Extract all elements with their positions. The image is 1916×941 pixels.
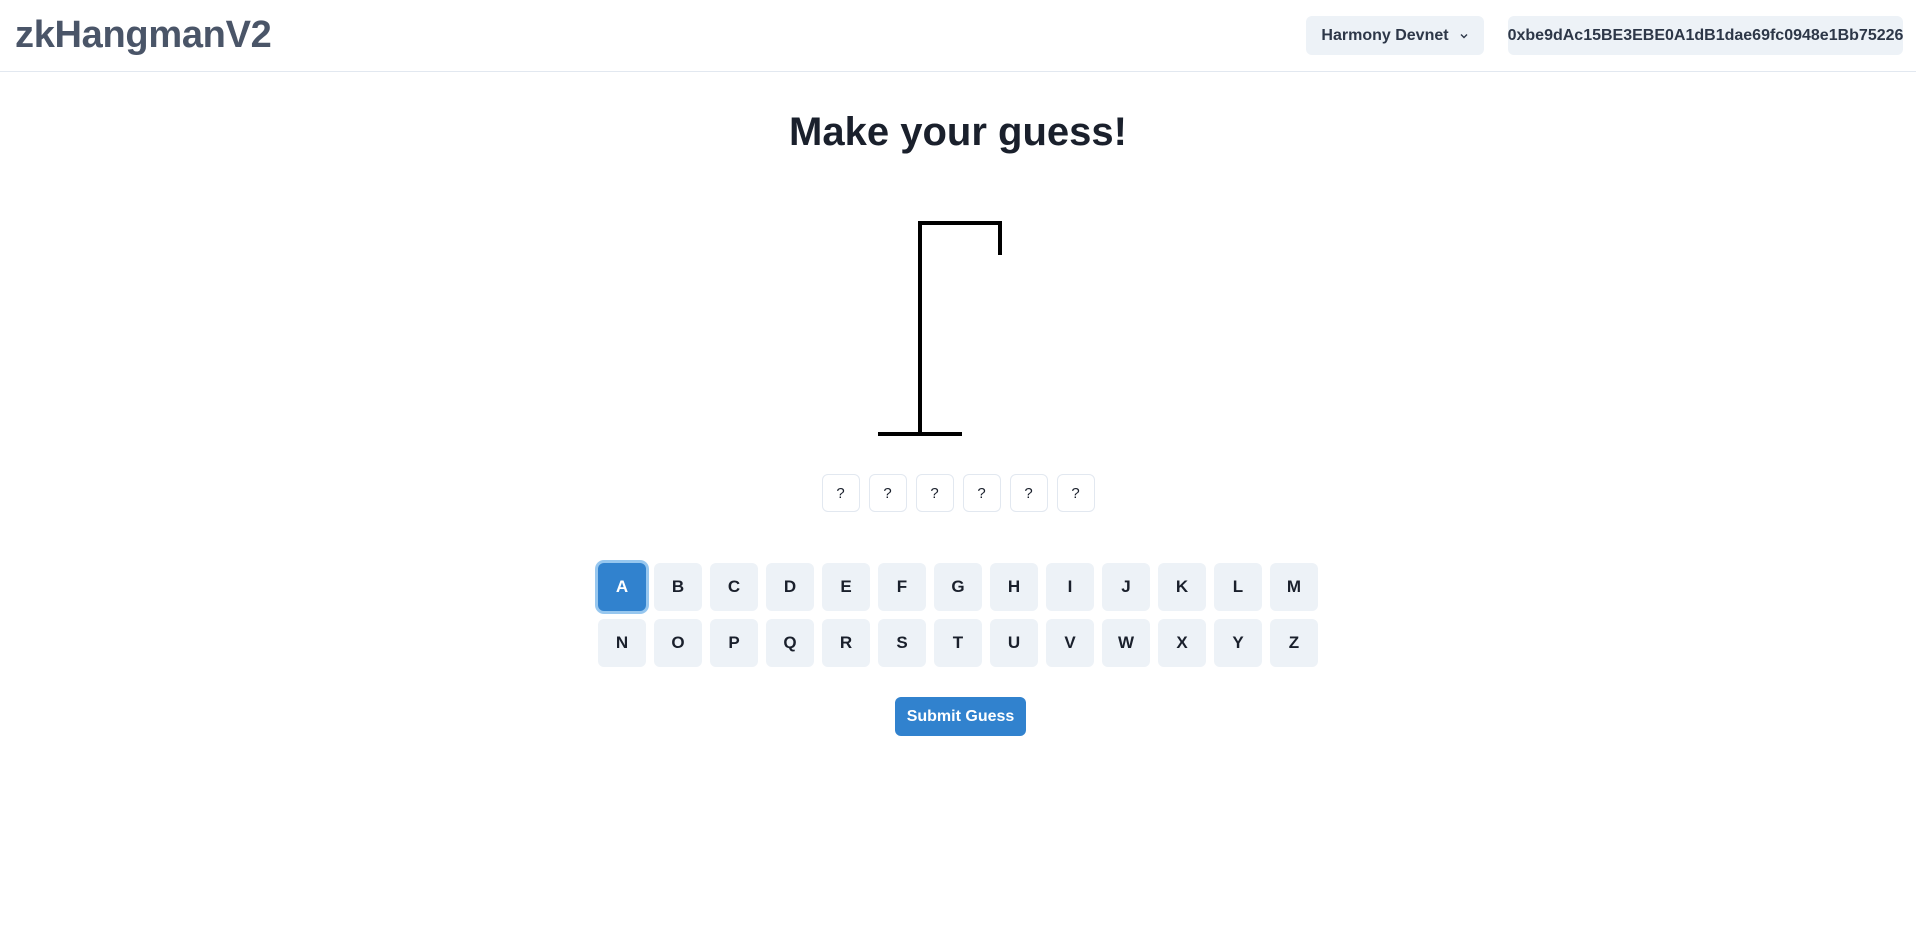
letter-key-s[interactable]: S — [878, 619, 926, 667]
submit-guess-button[interactable]: Submit Guess — [895, 697, 1026, 736]
letter-key-d[interactable]: D — [766, 563, 814, 611]
letter-key-q[interactable]: Q — [766, 619, 814, 667]
letter-key-u[interactable]: U — [990, 619, 1038, 667]
letter-key-t[interactable]: T — [934, 619, 982, 667]
letter-key-o[interactable]: O — [654, 619, 702, 667]
word-slot: ? — [1009, 474, 1048, 512]
network-select[interactable]: Harmony Devnet — [1306, 16, 1484, 55]
word-slot: ? — [1056, 474, 1095, 512]
letter-key-j[interactable]: J — [1102, 563, 1150, 611]
word-slot: ? — [915, 474, 954, 512]
network-label: Harmony Devnet — [1321, 26, 1449, 44]
letter-key-b[interactable]: B — [654, 563, 702, 611]
letter-key-m[interactable]: M — [1270, 563, 1318, 611]
letter-key-g[interactable]: G — [934, 563, 982, 611]
page-title: Make your guess! — [789, 110, 1127, 154]
letter-key-a[interactable]: A — [598, 563, 646, 611]
word-slot: ? — [821, 474, 860, 512]
letter-key-c[interactable]: C — [710, 563, 758, 611]
letter-key-r[interactable]: R — [822, 619, 870, 667]
letter-keyboard: A B C D E F G H I J K L M N O P Q R S T … — [598, 563, 1318, 667]
letter-key-e[interactable]: E — [822, 563, 870, 611]
gallows-drawing — [878, 221, 1002, 436]
top-bar: zkHangmanV2 Harmony Devnet 0xbe9dAc15BE3… — [0, 0, 1916, 72]
word-slot: ? — [962, 474, 1001, 512]
letter-key-n[interactable]: N — [598, 619, 646, 667]
letter-key-v[interactable]: V — [1046, 619, 1094, 667]
word-slot: ? — [868, 474, 907, 512]
letter-key-x[interactable]: X — [1158, 619, 1206, 667]
letter-key-k[interactable]: K — [1158, 563, 1206, 611]
chevron-down-icon — [1460, 33, 1468, 38]
letter-key-l[interactable]: L — [1214, 563, 1262, 611]
word-slots: ? ? ? ? ? ? — [0, 474, 1916, 512]
app-title: zkHangmanV2 — [15, 14, 272, 56]
letter-key-y[interactable]: Y — [1214, 619, 1262, 667]
letter-key-i[interactable]: I — [1046, 563, 1094, 611]
letter-key-z[interactable]: Z — [1270, 619, 1318, 667]
account-address-button[interactable]: 0xbe9dAc15BE3EBE0A1dB1dae69fc0948e1Bb752… — [1508, 16, 1903, 55]
letter-key-w[interactable]: W — [1102, 619, 1150, 667]
letter-key-h[interactable]: H — [990, 563, 1038, 611]
letter-key-p[interactable]: P — [710, 619, 758, 667]
letter-key-f[interactable]: F — [878, 563, 926, 611]
